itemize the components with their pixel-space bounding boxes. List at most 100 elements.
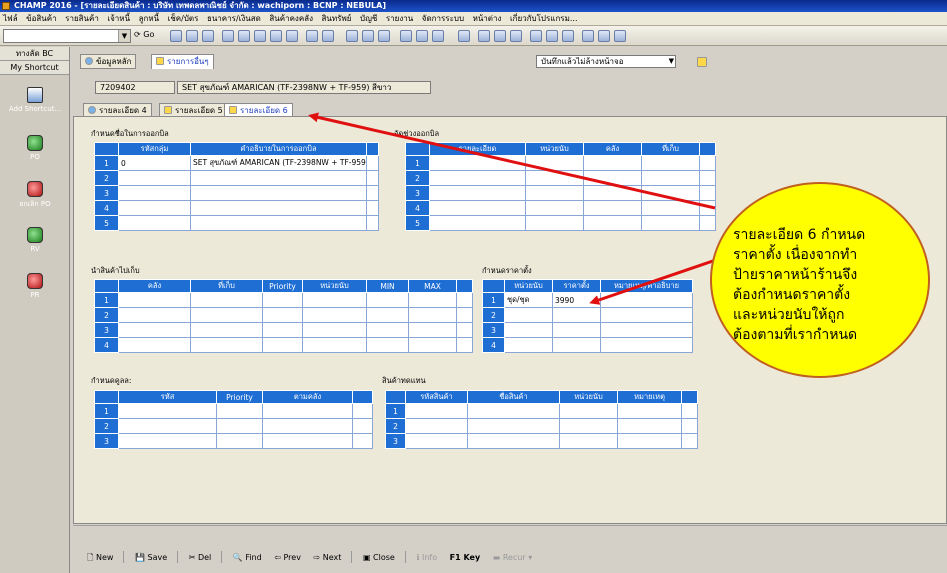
edit-tool-icon[interactable] [222,30,234,42]
separator [123,551,125,563]
tool-icon[interactable] [400,30,412,42]
menu-item[interactable]: เจ้าหนี้ [107,14,130,23]
forward-arrow-icon[interactable] [254,30,266,42]
chevron-down-icon[interactable]: ▼ [118,30,130,42]
menu-item[interactable]: หน้าต่าง [473,14,502,23]
tool-icon[interactable] [270,30,282,42]
tool-icon[interactable] [510,30,522,42]
menu-item[interactable]: จัดการระบบ [422,14,464,23]
menu-item[interactable]: บัญชี [360,14,377,23]
tool-icon[interactable] [432,30,444,42]
tool-icon[interactable] [598,30,610,42]
menu-item[interactable]: สินค้าคงคลัง [269,14,313,23]
command-combo[interactable]: ▼ [3,29,131,43]
column-header: หน่วยนับ [559,390,618,404]
column-header: หมายเหตุ/คำอธิบาย [600,279,693,293]
cancel-po-icon [27,181,43,197]
tool-icon[interactable] [562,30,574,42]
close-icon: ▣ [362,552,371,562]
menu-item[interactable]: เกี่ยวกับโปรแกรม... [510,14,578,23]
tool-icon[interactable] [478,30,490,42]
table-row: 5 [94,215,379,231]
app-icon [2,2,10,10]
menu-item[interactable]: สินทรัพย์ [322,14,352,23]
table-row: 1 0 SET สุขภัณฑ์ AMARICAN (TF-2398NW + TF-… [94,155,379,171]
chevron-down-icon[interactable]: ▼ [669,56,674,67]
column-header: หมายเหตุ [617,390,682,404]
next-button[interactable]: ⇨ Next [314,553,342,562]
table-row: 2 [94,307,473,323]
column-header: รหัสกลุ่ม [118,142,191,156]
tool-icon[interactable] [346,30,358,42]
sidebar-header-shortcut[interactable]: My Shortcut [0,61,69,75]
table-row: 1 [385,403,698,419]
prev-arrow-icon: ⇦ [274,552,281,562]
new-button[interactable]: 🗋 New [87,552,113,566]
menu-item[interactable]: รายสินค้า [65,14,99,23]
f1-key-button[interactable]: F1 Key [450,553,481,562]
tool-icon[interactable] [494,30,506,42]
info-button[interactable]: ℹ Info [416,553,437,562]
table-cell[interactable]: 0 [118,155,191,171]
print-tool-icon[interactable] [186,30,198,42]
sidebar-header-bc[interactable]: ทางลัด BC [0,47,69,61]
shortcut-sidebar: ทางลัด BC My Shortcut Add Shortcut... PO… [0,47,70,573]
menu-item[interactable]: ข้อสินค้า [26,14,56,23]
save-option-icon[interactable] [697,57,707,67]
close-button[interactable]: ▣ Close [363,553,395,562]
table-cell[interactable]: ชุด/ชุด [504,292,553,308]
product-name-field[interactable]: SET สุขภัณฑ์ AMARICAN (TF-2398NW + TF-95… [177,81,431,94]
separator [351,551,353,563]
menu-item[interactable]: ธนาคาร/เงินสด [207,14,261,23]
storage-title: นำสินค้าไปเก็บ [91,266,140,275]
save-option-select[interactable]: บันทึกแล้วไม่ล้างหน้าจอ ▼ [536,55,676,68]
table-row: 3 [482,322,693,338]
table-cell[interactable]: 3990 [552,292,601,308]
sidebar-item-add-shortcut[interactable]: Add Shortcut... [0,87,70,113]
column-header: ราคาตั้ง [552,279,601,293]
save-tool-icon[interactable] [170,30,182,42]
document-icon [164,106,172,114]
tab-main-info[interactable]: ข้อมูลหลัก [80,54,137,69]
tool-icon[interactable] [306,30,318,42]
delete-button[interactable]: ✂ Del [189,553,212,562]
find-button[interactable]: 🔍 Find [233,553,262,562]
sidebar-item-cancel-po[interactable]: ยกเลิก PO [0,181,70,210]
tool-icon[interactable] [322,30,334,42]
sidebar-item-po[interactable]: PO [0,135,70,161]
tool-icon[interactable] [614,30,626,42]
menu-item[interactable]: ไฟล์ [3,14,18,23]
menu-item[interactable]: เช็ค/บัตร [168,14,199,23]
menu-item[interactable]: ลูกหนี้ [139,14,160,23]
table-cell[interactable]: SET สุขภัณฑ์ AMARICAN (TF-2398NW + TF-95… [190,155,367,171]
tool-icon[interactable] [416,30,428,42]
save-button[interactable]: 💾 Save [135,553,167,562]
window-title: CHAMP 2016 - [รายละเอียดสินค้า : บริษัท … [14,1,387,10]
tool-icon[interactable] [378,30,390,42]
table-row: 2 [385,418,698,434]
go-button[interactable]: ⟳ Go [134,30,154,39]
tool-icon[interactable] [582,30,594,42]
tool-icon[interactable] [458,30,470,42]
tool-icon[interactable] [286,30,298,42]
back-arrow-icon[interactable] [238,30,250,42]
tool-icon[interactable] [530,30,542,42]
table-row: 1 [94,292,473,308]
table-row: 4 [482,337,693,353]
tool-icon[interactable] [362,30,374,42]
table-row: 3 [405,185,716,201]
info-icon: ℹ [416,552,420,562]
table-row: 3 [94,433,373,449]
recur-button[interactable]: ▬ Recur ▾ [493,553,533,562]
sidebar-item-rv[interactable]: RV [0,227,70,253]
tab-other-items[interactable]: รายการอื่นๆ [151,54,214,69]
price-tag-title: กำหนดราคาตั้ง [482,266,532,275]
sidebar-item-pr[interactable]: PR [0,273,70,299]
product-code-field[interactable]: 7209402 [95,81,175,94]
refresh-tool-icon[interactable] [202,30,214,42]
column-header: คลัง [118,279,191,293]
prev-button[interactable]: ⇦ Prev [274,553,301,562]
tool-icon[interactable] [546,30,558,42]
menu-item[interactable]: รายงาน [386,14,413,23]
document-icon [156,57,164,65]
